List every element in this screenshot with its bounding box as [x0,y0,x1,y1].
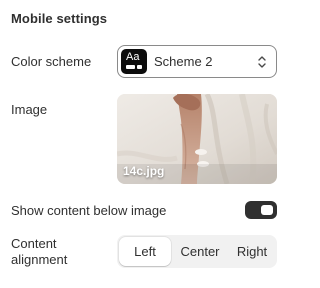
color-scheme-select[interactable]: Aa Scheme 2 [117,45,277,78]
image-filename: 14c.jpg [123,164,165,178]
color-scheme-value: Scheme 2 [154,54,213,69]
content-alignment-label-line2: alignment [11,252,68,267]
content-alignment-control: Left Center Right [117,235,277,268]
show-content-toggle[interactable] [245,201,277,219]
color-scheme-label: Color scheme [11,54,92,69]
chevron-up-down-icon [258,56,266,68]
swatch-bar [137,65,142,69]
content-alignment-label-line1: Content [11,236,57,251]
alignment-option-left[interactable]: Left [119,237,171,266]
section-title: Mobile settings [11,11,108,26]
swatch-bar [126,65,135,69]
image-preview[interactable]: 14c.jpg [117,94,277,184]
alignment-option-right[interactable]: Right [229,237,275,266]
image-label: Image [11,102,48,117]
alignment-option-center[interactable]: Center [172,237,228,266]
show-content-label: Show content below image [11,203,167,218]
swatch-text: Aa [126,51,140,63]
toggle-knob [261,205,273,215]
content-alignment-label: Content alignment [11,236,67,268]
scheme-swatch-icon: Aa [121,49,147,74]
